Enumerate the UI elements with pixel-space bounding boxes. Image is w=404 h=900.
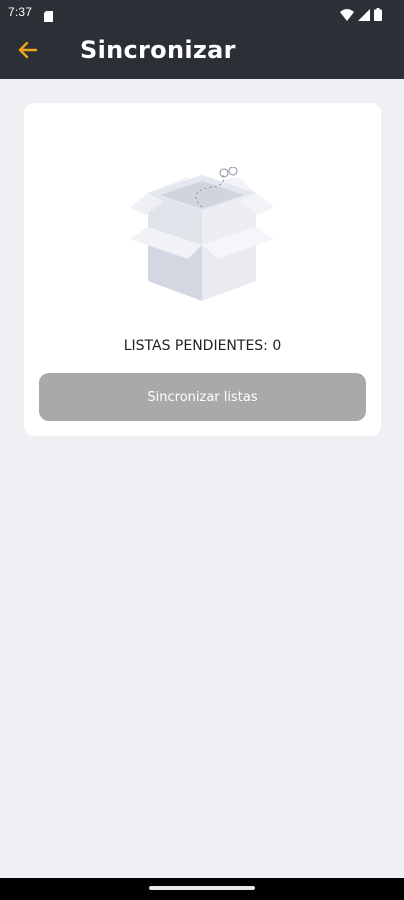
sync-lists-button[interactable]: Sincronizar listas xyxy=(39,373,366,421)
battery-icon xyxy=(374,6,382,25)
sync-card: LISTAS PENDIENTES: 0 Sincronizar listas xyxy=(24,103,381,436)
empty-box-icon xyxy=(126,166,278,301)
home-indicator[interactable] xyxy=(149,886,255,890)
app-bar: Sincronizar xyxy=(0,26,404,79)
page-title: Sincronizar xyxy=(80,36,236,64)
sd-card-icon xyxy=(44,7,53,26)
status-icons xyxy=(340,6,382,25)
signal-icon xyxy=(358,6,370,25)
wifi-icon xyxy=(340,6,354,25)
status-time: 7:37 xyxy=(8,5,33,19)
system-nav-bar xyxy=(0,878,404,900)
status-bar: 7:37 xyxy=(0,0,404,26)
pending-lists-label: LISTAS PENDIENTES: 0 xyxy=(123,338,282,354)
arrow-left-icon xyxy=(18,41,38,63)
back-button[interactable] xyxy=(16,40,40,64)
